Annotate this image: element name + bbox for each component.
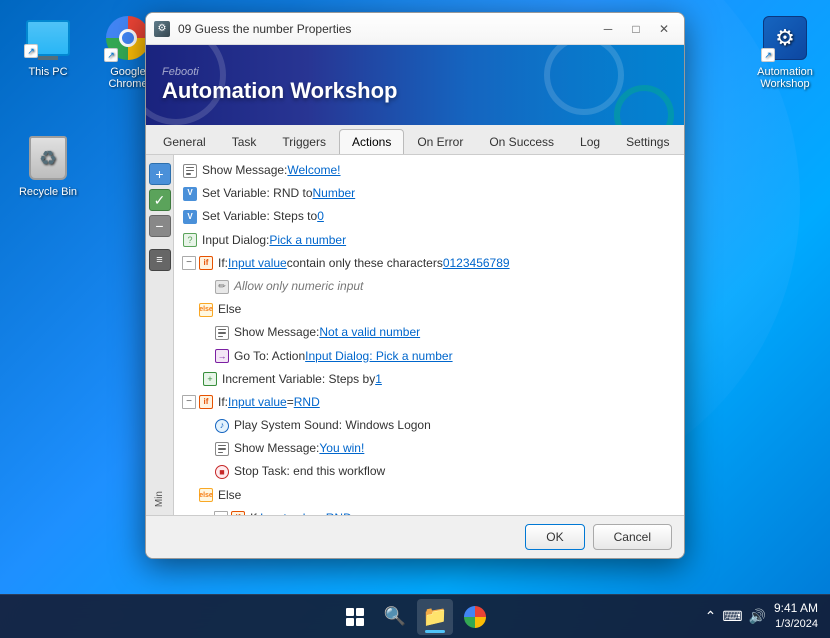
action-icon-if: if — [198, 255, 214, 271]
maximize-button[interactable]: □ — [624, 19, 648, 39]
volume-icon[interactable]: 🔊 — [749, 608, 766, 625]
tab-general[interactable]: General — [150, 129, 219, 154]
action-icon-input: ? — [182, 232, 198, 248]
left-sidebar: + ✓ − ≡ Min — [146, 155, 174, 515]
desktop-icon-aw[interactable]: ⚙ ↗ Automation Workshop — [745, 10, 825, 94]
menu-button[interactable]: ≡ — [149, 249, 171, 271]
action-icon-var: V — [182, 186, 198, 202]
gear-decoration-bottom — [614, 85, 674, 125]
action-set-var-rnd[interactable]: V Set Variable: RND to Number — [178, 182, 680, 205]
browser-icon — [464, 606, 486, 628]
title-bar-controls: ─ □ ✕ — [596, 19, 676, 39]
windows-logo — [346, 608, 364, 626]
action-icon-else: else — [198, 302, 214, 318]
chevron-up-icon[interactable]: ⌃ — [705, 608, 717, 625]
tab-actions[interactable]: Actions — [339, 129, 404, 154]
cancel-button[interactable]: Cancel — [593, 524, 672, 550]
tab-log[interactable]: Log — [567, 129, 613, 154]
gear-decoration-left — [146, 45, 226, 125]
search-icon: 🔍 — [384, 606, 406, 627]
sidebar-min-label: Min — [154, 491, 165, 507]
win-logo-q4 — [356, 618, 364, 626]
action-icon-var2: V — [182, 209, 198, 225]
expand-if-3[interactable]: − — [214, 511, 228, 515]
start-button[interactable] — [337, 599, 373, 635]
taskbar-file-explorer[interactable]: 📁 — [417, 599, 453, 635]
enable-action-button[interactable]: ✓ — [149, 189, 171, 211]
action-icon-list2 — [214, 325, 230, 341]
action-icon-comment: ✏ — [214, 279, 230, 295]
action-set-var-steps[interactable]: V Set Variable: Steps to 0 — [178, 205, 680, 228]
action-icon-stop: ■ — [214, 464, 230, 480]
content-area: + ✓ − ≡ Min Show Message: Welcome! — [146, 155, 684, 515]
dialog-icon: ⚙ — [154, 21, 170, 37]
action-show-not-valid[interactable]: Show Message: Not a valid number — [178, 321, 680, 344]
system-clock[interactable]: 9:41 AM 1/3/2024 — [774, 600, 818, 632]
desktop-icon-this-pc-label: This PC — [28, 66, 67, 78]
clock-date: 1/3/2024 — [774, 617, 818, 632]
action-goto-input[interactable]: → Go To: Action Input Dialog: Pick a num… — [178, 345, 680, 368]
tab-on-error[interactable]: On Error — [404, 129, 476, 154]
action-icon-if2: if — [198, 394, 214, 410]
desktop: ↗ This PC ↗ Google Chrome ♻ Recycle Bin … — [0, 0, 830, 638]
action-stop-task[interactable]: ■ Stop Task: end this workflow — [178, 460, 680, 483]
system-tray: ⌃ ⌨ 🔊 — [705, 608, 766, 625]
win-logo-q1 — [346, 608, 354, 616]
action-if-less[interactable]: − if If: Input value < RND — [178, 507, 680, 515]
modal-overlay: ⚙ 09 Guess the number Properties ─ □ ✕ F… — [0, 0, 830, 638]
action-show-you-win[interactable]: Show Message: You win! — [178, 437, 680, 460]
taskbar-center: 🔍 📁 — [337, 599, 493, 635]
desktop-icon-this-pc[interactable]: ↗ This PC — [8, 10, 88, 82]
tab-settings[interactable]: Settings — [613, 129, 682, 154]
desktop-icon-recycle-bin[interactable]: ♻ Recycle Bin — [8, 130, 88, 202]
taskbar-browser[interactable] — [457, 599, 493, 635]
action-else-1[interactable]: else Else — [178, 298, 680, 321]
taskbar-search-button[interactable]: 🔍 — [377, 599, 413, 635]
desktop-icon-aw-label: Automation Workshop — [749, 66, 821, 90]
actions-list[interactable]: Show Message: Welcome! V Set Variable: R… — [174, 155, 684, 515]
tab-run-as[interactable]: Run As — [682, 129, 685, 154]
dialog-title: 09 Guess the number Properties — [178, 22, 351, 36]
tab-task[interactable]: Task — [219, 129, 270, 154]
gear-decoration-right — [544, 45, 624, 115]
win-logo-q3 — [346, 618, 354, 626]
clock-time: 9:41 AM — [774, 600, 818, 617]
expand-if-2[interactable]: − — [182, 395, 196, 409]
tab-bar: General Task Triggers Actions On Error O… — [146, 125, 684, 155]
action-icon-goto: → — [214, 348, 230, 364]
desktop-icon-recycle-bin-label: Recycle Bin — [19, 186, 77, 198]
add-action-button[interactable]: + — [149, 163, 171, 185]
keyboard-icon[interactable]: ⌨ — [722, 608, 742, 625]
properties-dialog: ⚙ 09 Guess the number Properties ─ □ ✕ F… — [145, 12, 685, 559]
action-icon-inc: + — [202, 371, 218, 387]
taskbar: 🔍 📁 ⌃ ⌨ 🔊 9:41 AM 1/3/2024 — [0, 594, 830, 638]
action-input-dialog[interactable]: ? Input Dialog: Pick a number — [178, 229, 680, 252]
remove-action-button[interactable]: − — [149, 215, 171, 237]
action-icon-if3: if — [230, 510, 246, 515]
action-if-input-rnd[interactable]: − if If: Input value = RND — [178, 391, 680, 414]
action-show-message-welcome[interactable]: Show Message: Welcome! — [178, 159, 680, 182]
action-icon-else2: else — [198, 487, 214, 503]
close-button[interactable]: ✕ — [652, 19, 676, 39]
action-icon-list3 — [214, 441, 230, 457]
action-icon-list — [182, 163, 198, 179]
action-if-input-value[interactable]: − if If: Input value contain only these … — [178, 252, 680, 275]
title-bar: ⚙ 09 Guess the number Properties ─ □ ✕ — [146, 13, 684, 45]
dialog-footer: OK Cancel — [146, 515, 684, 558]
tab-triggers[interactable]: Triggers — [269, 129, 339, 154]
action-increment-steps[interactable]: + Increment Variable: Steps by 1 — [178, 368, 680, 391]
tab-on-success[interactable]: On Success — [476, 129, 567, 154]
win-logo-q2 — [356, 608, 364, 616]
action-icon-sound: ♪ — [214, 418, 230, 434]
taskbar-right: ⌃ ⌨ 🔊 9:41 AM 1/3/2024 — [705, 600, 818, 632]
header-banner: Febooti Automation Workshop — [146, 45, 684, 125]
expand-if-1[interactable]: − — [182, 256, 196, 270]
ok-button[interactable]: OK — [525, 524, 584, 550]
action-else-2[interactable]: else Else — [178, 484, 680, 507]
action-play-sound[interactable]: ♪ Play System Sound: Windows Logon — [178, 414, 680, 437]
action-allow-numeric: ✏ Allow only numeric input — [178, 275, 680, 298]
folder-icon: 📁 — [423, 604, 448, 629]
minimize-button[interactable]: ─ — [596, 19, 620, 39]
